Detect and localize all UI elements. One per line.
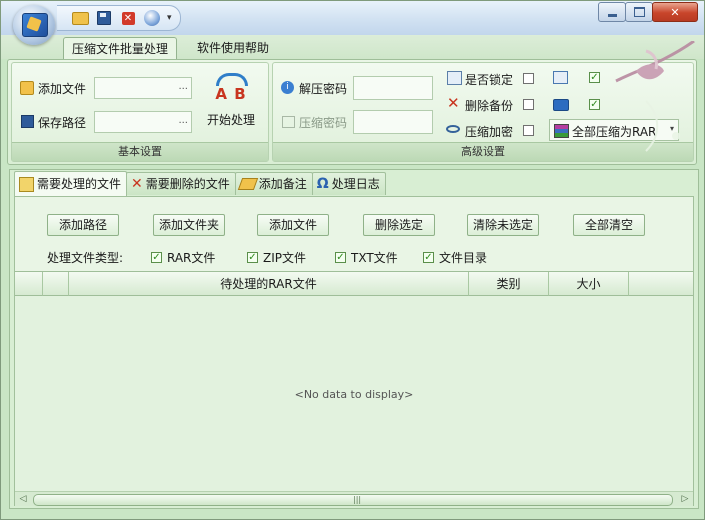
grid-indicator-column xyxy=(15,272,43,296)
save-path-input[interactable]: ... xyxy=(94,111,192,133)
compress-password-label: 压缩密码 xyxy=(299,116,348,130)
quick-access-toolbar: ✕ ▾ xyxy=(57,5,181,31)
rar-books-icon xyxy=(554,124,569,138)
grid-filler-column xyxy=(629,272,693,296)
tab-files-to-delete[interactable]: ✕ 需要删除的文件 xyxy=(126,172,236,195)
ribbon-tab-strip: 压缩文件批量处理 软件使用帮助 xyxy=(1,35,704,60)
bird-decoration-icon xyxy=(615,41,695,152)
directory-type-checkbox[interactable]: ✓ xyxy=(423,252,434,263)
scroll-grip: ||| xyxy=(353,495,362,504)
scroll-thumb[interactable]: ||| xyxy=(33,494,673,506)
tab-add-note-label: 添加备注 xyxy=(258,177,307,191)
close-window-button[interactable]: ✕ xyxy=(652,2,698,22)
txt-type-checkbox[interactable]: ✓ xyxy=(335,252,346,263)
compress-encrypt-label: 压缩加密 xyxy=(465,125,514,139)
tab-files-to-process[interactable]: 需要处理的文件 xyxy=(14,171,128,196)
basic-settings-group: 添加文件 ... 保存路径 ... A B 开始处理 基本设置 xyxy=(11,62,269,162)
delete-backup-checkbox[interactable] xyxy=(523,99,534,110)
tab-process-log-label: 处理日志 xyxy=(331,177,380,191)
delete-backup-label: 删除备份 xyxy=(465,99,514,113)
tab-files-to-delete-label: 需要删除的文件 xyxy=(145,177,230,191)
save-path-icon xyxy=(21,115,34,128)
title-bar: ✕ ▾ ✕ xyxy=(1,1,704,35)
save-path-label: 保存路径 xyxy=(38,116,87,130)
delete-icon: ✕ xyxy=(447,94,460,112)
rar-type-checkbox[interactable]: ✓ xyxy=(151,252,162,263)
tab-files-to-process-label: 需要处理的文件 xyxy=(37,177,122,191)
grid-column-size[interactable]: 大小 xyxy=(549,272,629,296)
save-path-browse-button[interactable]: ... xyxy=(178,115,188,126)
save-disk-icon[interactable] xyxy=(95,10,113,26)
monitor-icon xyxy=(553,71,568,84)
scroll-left-icon[interactable]: ◁ xyxy=(17,493,29,505)
app-logo-icon xyxy=(22,13,48,37)
delete-selected-button[interactable]: 删除选定 xyxy=(363,214,435,236)
add-file-icon xyxy=(20,81,34,95)
eye-icon xyxy=(446,125,460,133)
monitor-option-check[interactable]: ✓ xyxy=(589,72,600,83)
document-tab-strip: 需要处理的文件 ✕ 需要删除的文件 添加备注 Ω 处理日志 xyxy=(14,171,386,196)
ab-icon: A B xyxy=(215,85,247,103)
window-controls: ✕ xyxy=(598,2,698,22)
tab-add-note[interactable]: 添加备注 xyxy=(234,172,313,195)
blue-orb-icon[interactable] xyxy=(143,10,161,26)
notepad-icon xyxy=(19,176,34,192)
start-process-button[interactable]: A B 开始处理 xyxy=(198,71,264,137)
maximize-button[interactable] xyxy=(625,2,653,22)
info-icon: i xyxy=(281,81,294,94)
customize-toolbar-dropdown-icon[interactable]: ▾ xyxy=(167,13,172,23)
empty-grid-message: <No data to display> xyxy=(294,388,414,401)
extract-password-label: 解压密码 xyxy=(299,82,348,96)
horizontal-scrollbar[interactable]: ◁ ||| ▷ xyxy=(15,491,693,506)
tab-help[interactable]: 软件使用帮助 xyxy=(189,37,277,59)
app-window: ✕ ▾ ✕ 压缩文件批量处理 软件使用帮助 添加文件 ... 保存路径 ... … xyxy=(0,0,705,520)
delete-x-icon: ✕ xyxy=(131,176,143,192)
basic-settings-caption: 基本设置 xyxy=(12,142,268,161)
file-grid: 待处理的RAR文件 类别 大小 <No data to display> ◁ |… xyxy=(15,271,693,506)
scroll-right-icon[interactable]: ▷ xyxy=(679,493,691,505)
clear-all-button[interactable]: 全部清空 xyxy=(573,214,645,236)
lock-checkbox[interactable] xyxy=(523,73,534,84)
lock-icon xyxy=(447,71,462,85)
files-to-process-page: 添加路径 添加文件夹 添加文件 删除选定 清除未选定 全部清空 处理文件类型: … xyxy=(14,196,694,506)
compress-password-input[interactable] xyxy=(353,110,433,134)
open-folder-icon[interactable] xyxy=(71,10,89,26)
start-process-label: 开始处理 xyxy=(206,113,255,127)
lock-disabled-icon xyxy=(282,116,295,128)
blue-folder-icon xyxy=(553,99,569,111)
clear-unselected-button[interactable]: 清除未选定 xyxy=(467,214,539,236)
main-panel: 需要处理的文件 ✕ 需要删除的文件 添加备注 Ω 处理日志 添加路径 添加文件夹… xyxy=(9,169,699,509)
zip-type-checkbox[interactable]: ✓ xyxy=(247,252,258,263)
omega-icon: Ω xyxy=(316,176,329,192)
add-file-button[interactable]: 添加文件 xyxy=(257,214,329,236)
add-file-input[interactable]: ... xyxy=(94,77,192,99)
note-pencil-icon xyxy=(237,178,258,190)
close-file-icon[interactable]: ✕ xyxy=(119,10,137,26)
grid-column-rar-files[interactable]: 待处理的RAR文件 xyxy=(69,272,469,296)
grid-check-column[interactable] xyxy=(43,272,69,296)
rar-type-label: RAR文件 xyxy=(167,251,216,265)
grid-column-category[interactable]: 类别 xyxy=(469,272,549,296)
directory-type-label: 文件目录 xyxy=(439,251,487,265)
tab-batch-compress[interactable]: 压缩文件批量处理 xyxy=(63,37,178,60)
add-folder-button[interactable]: 添加文件夹 xyxy=(153,214,225,236)
minimize-button[interactable] xyxy=(598,2,626,22)
zip-type-label: ZIP文件 xyxy=(263,251,306,265)
add-file-browse-button[interactable]: ... xyxy=(178,81,188,92)
compress-encrypt-checkbox[interactable] xyxy=(523,125,534,136)
txt-type-label: TXT文件 xyxy=(351,251,398,265)
folder-option-check[interactable]: ✓ xyxy=(589,99,600,110)
lock-label: 是否锁定 xyxy=(465,73,514,87)
app-menu-button[interactable] xyxy=(13,5,55,45)
file-types-label: 处理文件类型: xyxy=(47,251,124,265)
add-path-button[interactable]: 添加路径 xyxy=(47,214,119,236)
ribbon-panel: 添加文件 ... 保存路径 ... A B 开始处理 基本设置 i 解压密码 压… xyxy=(7,59,697,165)
extract-password-input[interactable] xyxy=(353,76,433,100)
tab-process-log[interactable]: Ω 处理日志 xyxy=(311,172,386,195)
add-file-label: 添加文件 xyxy=(38,82,87,96)
